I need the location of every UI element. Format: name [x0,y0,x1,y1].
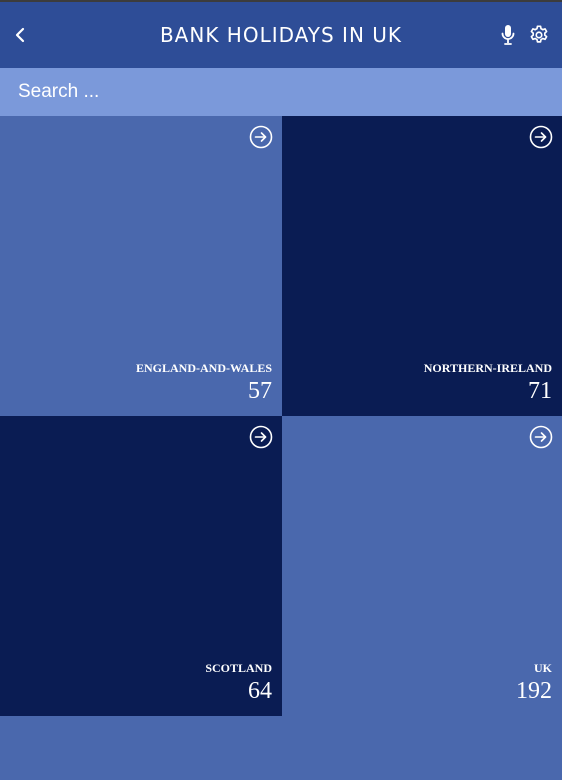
tile-northern-ireland[interactable]: NORTHERN-IRELAND 71 [282,116,562,416]
tile-count: 57 [248,378,272,404]
tile-count: 71 [528,378,552,404]
arrow-circle-right-icon[interactable] [249,425,273,449]
tile-label: SCOTLAND [205,661,272,675]
page-title: BANK HOLIDAYS IN UK [159,23,403,47]
arrow-circle-right-icon[interactable] [529,425,553,449]
tile-label: ENGLAND-AND-WALES [135,361,272,375]
microphone-icon [501,25,515,45]
tile-england-and-wales[interactable]: ENGLAND-AND-WALES 57 [0,116,282,416]
tile-count: 64 [248,678,272,704]
search-input[interactable] [0,68,562,116]
voice-search-button[interactable] [497,21,519,49]
tile-scotland[interactable]: SCOTLAND 64 [0,416,282,716]
arrow-circle-right-icon[interactable] [529,125,553,149]
tile-label: UK [534,661,552,675]
arrow-circle-right-icon[interactable] [249,125,273,149]
tile-count: 192 [516,678,552,704]
search-bar [0,68,562,116]
settings-button[interactable] [526,21,552,49]
tile-uk[interactable]: UK 192 [282,416,562,716]
app-header: BANK HOLIDAYS IN UK [0,2,562,68]
tile-label: NORTHERN-IRELAND [423,361,552,375]
gear-icon [530,25,548,43]
region-grid: ENGLAND-AND-WALES 57 NORTHERN-IRELAND 71… [0,116,562,716]
